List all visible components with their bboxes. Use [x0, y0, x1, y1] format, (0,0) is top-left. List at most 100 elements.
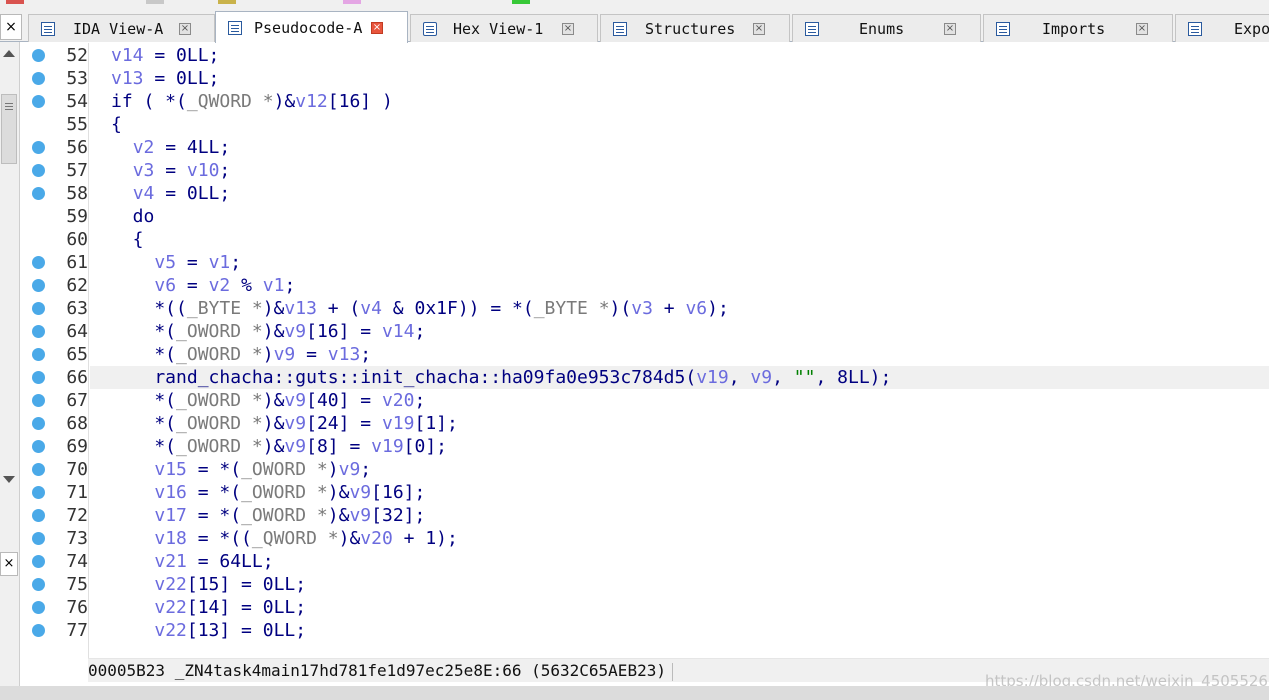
code-token: = [295, 344, 328, 365]
code-token: = *( [186, 505, 242, 526]
tab-close-icon[interactable]: × [371, 22, 383, 34]
code-line[interactable]: 58 v4 = 0LL; [22, 182, 1269, 205]
tab-close-icon[interactable]: × [562, 23, 574, 35]
code-token: ; [360, 459, 372, 480]
code-line[interactable]: 70 v15 = *(_OWORD *)v9; [22, 458, 1269, 481]
code-text: { [111, 228, 144, 251]
code-line[interactable]: 72 v17 = *(_OWORD *)&v9[32]; [22, 504, 1269, 527]
breakpoint-marker-icon[interactable] [32, 141, 45, 154]
code-line[interactable]: 52 v14 = 0LL; [22, 44, 1269, 67]
code-line[interactable]: 71 v16 = *(_OWORD *)&v9[16]; [22, 481, 1269, 504]
code-line[interactable]: 59 do [22, 205, 1269, 228]
breakpoint-marker-icon[interactable] [32, 256, 45, 269]
code-token: [16] ) [327, 91, 393, 112]
code-line[interactable]: 67 *(_OWORD *)&v9[40] = v20; [22, 389, 1269, 412]
code-line[interactable]: 65 *(_OWORD *)v9 = v13; [22, 343, 1269, 366]
pseudocode-view[interactable]: 52 v14 = 0LL; 53 v13 = 0LL; 54 if ( *(_QWORD … [22, 43, 1269, 658]
code-text: rand_chacha::guts::init_chacha::ha09fa0e… [111, 366, 891, 389]
code-line[interactable]: 62 v6 = v2 % v1; [22, 274, 1269, 297]
variable-token: v9 [349, 482, 372, 503]
scroll-down-arrow-icon[interactable] [3, 476, 15, 483]
close-icon[interactable]: × [0, 14, 22, 40]
line-number: 75 [66, 574, 88, 595]
code-text: if ( *(_QWORD *)&v12[16] ) [111, 90, 393, 113]
code-text: v2 = 4LL; [111, 136, 231, 159]
breakpoint-marker-icon[interactable] [32, 417, 45, 430]
breakpoint-marker-icon[interactable] [32, 440, 45, 453]
breakpoint-marker-icon[interactable] [32, 279, 45, 292]
tab-imports[interactable]: Imports × [983, 14, 1173, 42]
tab-bar: × IDA View-A × Pseudocode-A × Hex View-1… [0, 6, 1269, 43]
code-token: ; [230, 252, 242, 273]
breakpoint-marker-icon[interactable] [32, 49, 45, 62]
code-line[interactable]: 63 *((_BYTE *)&v13 + (v4 & 0x1F)) = *(_B… [22, 297, 1269, 320]
variable-token: v19 [371, 436, 404, 457]
type-token: _OWORD * [176, 390, 263, 411]
scroll-up-arrow-icon[interactable] [3, 50, 15, 57]
variable-token: v3 [132, 160, 155, 181]
tab-close-icon[interactable]: × [753, 23, 765, 35]
code-line[interactable]: 68 *(_OWORD *)&v9[24] = v19[1]; [22, 412, 1269, 435]
tab-pseudocode-a[interactable]: Pseudocode-A × [215, 11, 408, 43]
tab-structures[interactable]: Structures × [600, 14, 790, 42]
tab-ida-view-a[interactable]: IDA View-A × [28, 14, 215, 42]
line-number: 74 [66, 551, 88, 572]
tab-exports[interactable]: Expo [1175, 14, 1269, 42]
tab-enums[interactable]: Enums × [792, 14, 981, 42]
code-line[interactable]: 56 v2 = 4LL; [22, 136, 1269, 159]
line-number: 59 [66, 206, 88, 227]
type-token: _OWORD * [176, 436, 263, 457]
code-text: *(_OWORD *)v9 = v13; [111, 343, 371, 366]
code-line[interactable]: 77 v22[13] = 0LL; [22, 619, 1269, 642]
tab-hex-view-1[interactable]: Hex View-1 × [410, 14, 598, 42]
breakpoint-marker-icon[interactable] [32, 532, 45, 545]
code-text: v13 = 0LL; [111, 67, 219, 90]
code-line[interactable]: 75 v22[15] = 0LL; [22, 573, 1269, 596]
code-text: v6 = v2 % v1; [111, 274, 295, 297]
breakpoint-marker-icon[interactable] [32, 164, 45, 177]
code-line[interactable]: 64 *(_OWORD *)&v9[16] = v14; [22, 320, 1269, 343]
code-line[interactable]: 69 *(_OWORD *)&v9[8] = v19[0]; [22, 435, 1269, 458]
breakpoint-marker-icon[interactable] [32, 302, 45, 315]
code-line[interactable]: 54 if ( *(_QWORD *)&v12[16] ) [22, 90, 1269, 113]
breakpoint-marker-icon[interactable] [32, 348, 45, 361]
breakpoint-marker-icon[interactable] [32, 371, 45, 384]
breakpoint-marker-icon[interactable] [32, 555, 45, 568]
tab-close-icon[interactable]: × [1136, 23, 1148, 35]
scrollbar-thumb[interactable] [1, 94, 17, 164]
code-line[interactable]: 61 v5 = v1; [22, 251, 1269, 274]
code-line[interactable]: 57 v3 = v10; [22, 159, 1269, 182]
code-token: ) [327, 459, 339, 480]
code-line[interactable]: 53 v13 = 0LL; [22, 67, 1269, 90]
breakpoint-marker-icon[interactable] [32, 578, 45, 591]
breakpoint-marker-icon[interactable] [32, 463, 45, 476]
code-line[interactable]: 55 { [22, 113, 1269, 136]
breakpoint-marker-icon[interactable] [32, 601, 45, 614]
breakpoint-marker-icon[interactable] [32, 95, 45, 108]
code-text: v21 = 64LL; [111, 550, 273, 573]
code-line[interactable]: 76 v22[14] = 0LL; [22, 596, 1269, 619]
code-line[interactable]: 60 { [22, 228, 1269, 251]
close-icon[interactable]: × [0, 552, 18, 576]
string-token: "" [793, 367, 816, 388]
breakpoint-marker-icon[interactable] [32, 325, 45, 338]
code-token: = 0LL; [143, 68, 220, 89]
code-token: rand_chacha::guts::init_chacha::ha09fa0e… [111, 367, 697, 388]
tab-close-icon[interactable]: × [944, 23, 956, 35]
variable-token: v20 [360, 528, 393, 549]
line-number: 70 [66, 459, 88, 480]
code-line[interactable]: 73 v18 = *((_QWORD *)&v20 + 1); [22, 527, 1269, 550]
left-dock-panel: × [0, 42, 20, 700]
breakpoint-marker-icon[interactable] [32, 187, 45, 200]
breakpoint-marker-icon[interactable] [32, 72, 45, 85]
breakpoint-marker-icon[interactable] [32, 394, 45, 407]
breakpoint-marker-icon[interactable] [32, 509, 45, 522]
tab-label: Structures [645, 20, 736, 38]
breakpoint-marker-icon[interactable] [32, 486, 45, 499]
code-line[interactable]: 66 rand_chacha::guts::init_chacha::ha09f… [22, 366, 1269, 389]
variable-token: v9 [284, 390, 307, 411]
breakpoint-marker-icon[interactable] [32, 624, 45, 637]
tab-close-icon[interactable]: × [179, 23, 191, 35]
code-line[interactable]: 74 v21 = 64LL; [22, 550, 1269, 573]
code-token: = 0LL; [154, 183, 231, 204]
